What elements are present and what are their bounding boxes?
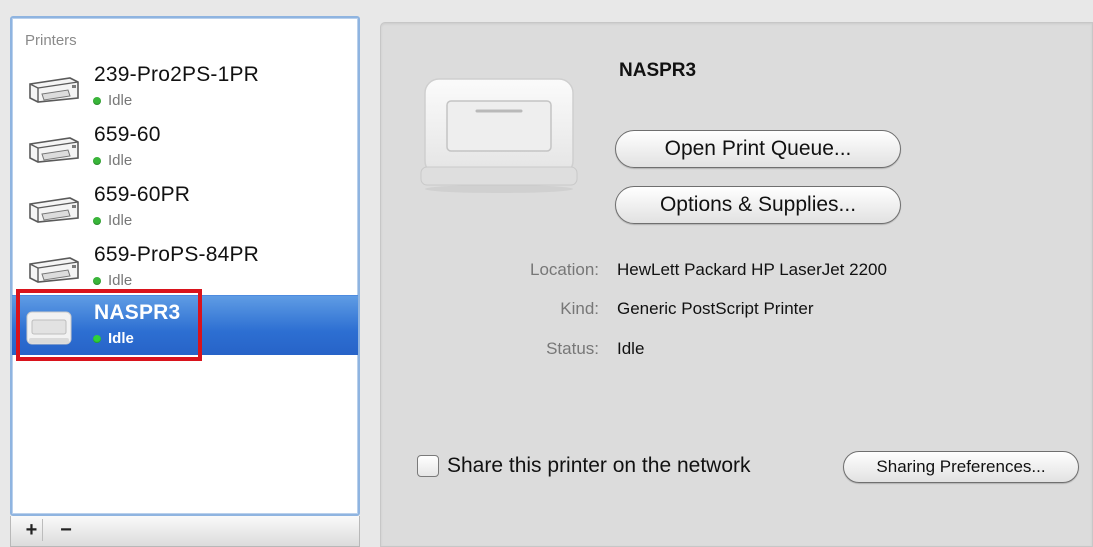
printer-detail-panel: NASPR3 Open Print Queue... Options & Sup… [380, 22, 1093, 547]
inkjet-printer-icon [29, 257, 79, 283]
inkjet-printer-icon [29, 137, 79, 163]
status-label: Status: [546, 339, 599, 358]
printer-status: Idle [108, 272, 133, 289]
options-and-supplies-button[interactable]: Options & Supplies... [615, 186, 901, 224]
printer-name: 659-60 [94, 123, 161, 146]
printer-name: 659-ProPS-84PR [94, 243, 260, 266]
inkjet-printer-icon [29, 77, 79, 103]
share-printer-checkbox[interactable] [417, 455, 439, 477]
printer-list: Printers 239-Pro2PS-1PR Idle 659-60 Idle… [10, 16, 360, 516]
printer-item-659-props-84pr[interactable]: 659-ProPS-84PR Idle [12, 238, 358, 296]
kind-label: Kind: [560, 299, 599, 318]
laser-printer-icon [420, 78, 578, 193]
sharing-preferences-button[interactable]: Sharing Preferences... [843, 451, 1079, 483]
status-dot-icon [93, 277, 101, 285]
print-and-scan-window: Printers 239-Pro2PS-1PR Idle 659-60 Idle… [0, 0, 1093, 547]
printer-name: 659-60PR [94, 183, 191, 206]
status-dot-icon [93, 217, 101, 225]
add-printer-button[interactable]: + [21, 519, 43, 541]
share-printer-label[interactable]: Share this printer on the network [447, 454, 751, 478]
printer-title: NASPR3 [619, 60, 697, 81]
list-toolbar: + − [10, 516, 360, 547]
printer-status: Idle [108, 92, 133, 109]
location-value: HewLett Packard HP LaserJet 2200 [617, 260, 887, 279]
printer-status: Idle [108, 212, 133, 229]
kind-value: Generic PostScript Printer [617, 299, 814, 318]
location-label: Location: [530, 260, 599, 279]
printer-item-659-60[interactable]: 659-60 Idle [12, 118, 358, 176]
status-dot-icon [93, 97, 101, 105]
remove-printer-button[interactable]: − [55, 519, 77, 541]
inkjet-printer-icon [29, 197, 79, 223]
printer-item-659-60pr[interactable]: 659-60PR Idle [12, 178, 358, 236]
printer-item-239-pro2ps-1pr[interactable]: 239-Pro2PS-1PR Idle [12, 58, 358, 116]
selection-highlight-annotation [16, 289, 202, 361]
printer-status: Idle [108, 152, 133, 169]
status-value: Idle [617, 339, 645, 358]
printer-name: 239-Pro2PS-1PR [94, 63, 260, 86]
status-dot-icon [93, 157, 101, 165]
open-print-queue-button[interactable]: Open Print Queue... [615, 130, 901, 168]
printer-list-header: Printers [25, 32, 77, 49]
